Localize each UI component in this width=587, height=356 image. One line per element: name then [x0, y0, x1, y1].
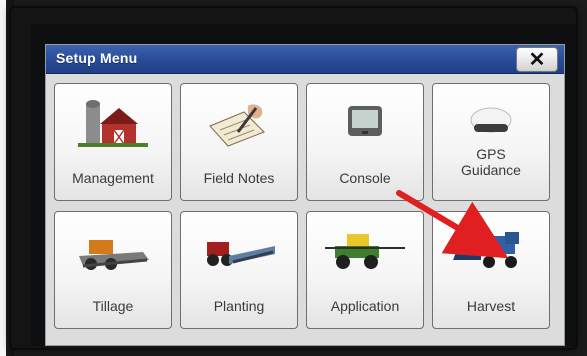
tillage-icon: [67, 222, 159, 280]
close-button[interactable]: ✕: [516, 47, 558, 72]
tile-label: Application: [330, 297, 400, 314]
window-title: Setup Menu: [56, 50, 138, 66]
tile-label: Tillage: [92, 297, 134, 314]
combine-icon: [445, 222, 537, 280]
photo-frame: Setup Menu ✕ Management Field Notes Cons…: [0, 0, 587, 356]
management-button[interactable]: Management: [54, 83, 172, 201]
planting-button[interactable]: Planting: [180, 211, 298, 329]
notes-icon: [193, 94, 285, 152]
display-bezel: Setup Menu ✕ Management Field Notes Cons…: [9, 6, 578, 350]
field-notes-button[interactable]: Field Notes: [180, 83, 298, 201]
application-button[interactable]: Application: [306, 211, 424, 329]
tile-label: GPS Guidance: [461, 145, 521, 178]
tile-label: Console: [339, 169, 391, 186]
setup-menu-window: Setup Menu ✕ Management Field Notes Cons…: [45, 44, 565, 346]
gps-guidance-button[interactable]: GPS Guidance: [432, 83, 550, 201]
farm-icon: [67, 94, 159, 152]
close-icon: ✕: [528, 48, 546, 71]
setup-menu-grid: Management Field Notes Console GPS Guida…: [54, 83, 554, 338]
tillage-button[interactable]: Tillage: [54, 211, 172, 329]
tile-label: Management: [72, 169, 154, 186]
titlebar: Setup Menu ✕: [46, 45, 564, 74]
tile-label: Field Notes: [203, 169, 275, 186]
planter-icon: [193, 222, 285, 280]
tile-label: Planting: [213, 297, 265, 314]
gps-receiver-icon: [445, 94, 537, 152]
console-button[interactable]: Console: [306, 83, 424, 201]
display-screen: Setup Menu ✕ Management Field Notes Cons…: [31, 24, 576, 346]
sprayer-icon: [319, 222, 411, 280]
harvest-button[interactable]: Harvest: [432, 211, 550, 329]
tile-label: Harvest: [466, 297, 516, 314]
console-icon: [319, 94, 411, 152]
